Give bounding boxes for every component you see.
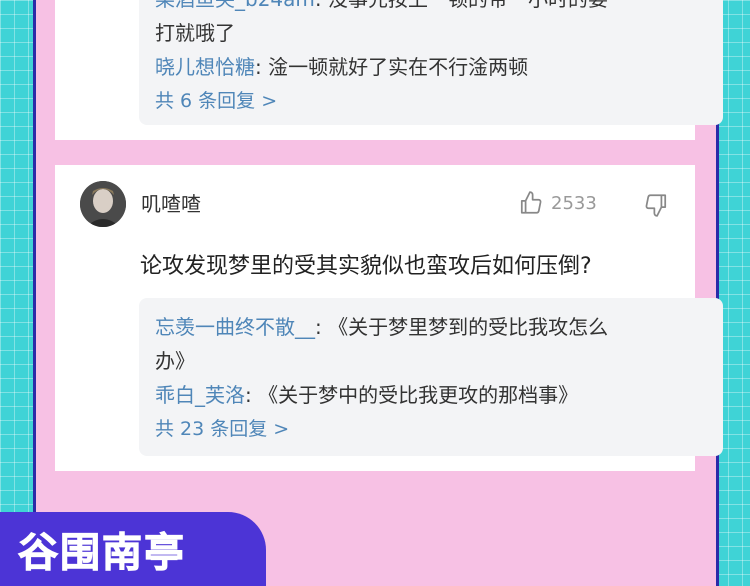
reply-box[interactable]: 忘羡一曲终不散__: 《关于梦里梦到的受比我攻怎么 办》 乖白_芙洛: 《关于梦… <box>139 298 723 456</box>
thumbs-down-icon[interactable] <box>643 192 669 218</box>
reply-username[interactable]: 晓儿想恰糖 <box>155 55 255 79</box>
comment-content: 论攻发现梦里的受其实貌似也蛮攻后如何压倒? <box>140 254 592 279</box>
reply-username[interactable]: 乖白_芙洛 <box>155 383 245 407</box>
reply-text: 没事先按上一顿的带一小时的要 <box>328 0 608 11</box>
reply-text: 办》 <box>155 349 195 373</box>
view-more-replies-link[interactable]: 共 6 条回复 > <box>155 84 707 118</box>
thumbs-up-icon[interactable] <box>518 190 544 216</box>
reply-line: 打就哦了 <box>155 16 707 50</box>
reply-line: 办》 <box>155 344 707 378</box>
reply-line: 乖白_芙洛: 《关于梦中的受比我更攻的那档事》 <box>155 383 579 407</box>
reply-username[interactable]: 忘羡一曲终不散__ <box>155 315 315 339</box>
view-more-replies-link[interactable]: 共 23 条回复 > <box>155 412 707 446</box>
reply-box[interactable]: 某酒鱼尖_b24am: 没事先按上一顿的带一小时的要 打就哦了 晓儿想恰糖: 淦… <box>139 0 723 125</box>
avatar[interactable] <box>80 181 126 227</box>
like-count: 2533 <box>551 193 597 214</box>
reply-text: 《关于梦中的受比我更攻的那档事》 <box>258 383 579 407</box>
reply-line: 晓儿想恰糖: 淦一顿就好了实在不行淦两顿 <box>155 55 529 79</box>
reply-line: 某酒鱼尖_b24am: 没事先按上一顿的带一小时的要 <box>155 0 707 16</box>
watermark-logo: 谷围南亭 <box>0 512 266 586</box>
reply-username[interactable]: 某酒鱼尖_b24am <box>155 0 315 11</box>
reply-text: 淦一顿就好了实在不行淦两顿 <box>268 55 529 79</box>
comment-card: 叽喳喳 2533 论攻发现梦里的受其实貌似也蛮攻后如何压倒? 忘羡一曲终不散__… <box>55 165 723 471</box>
reply-text: 打就哦了 <box>155 21 235 45</box>
comment-card-top: 某酒鱼尖_b24am: 没事先按上一顿的带一小时的要 打就哦了 晓儿想恰糖: 淦… <box>55 0 723 140</box>
avatar-portrait-icon <box>80 181 126 227</box>
reply-line: 忘羡一曲终不散__: 《关于梦里梦到的受比我攻怎么 <box>155 315 609 339</box>
reply-text: 《关于梦里梦到的受比我攻怎么 <box>328 315 609 339</box>
comment-username[interactable]: 叽喳喳 <box>141 189 201 219</box>
logo-text: 谷围南亭 <box>18 530 186 577</box>
